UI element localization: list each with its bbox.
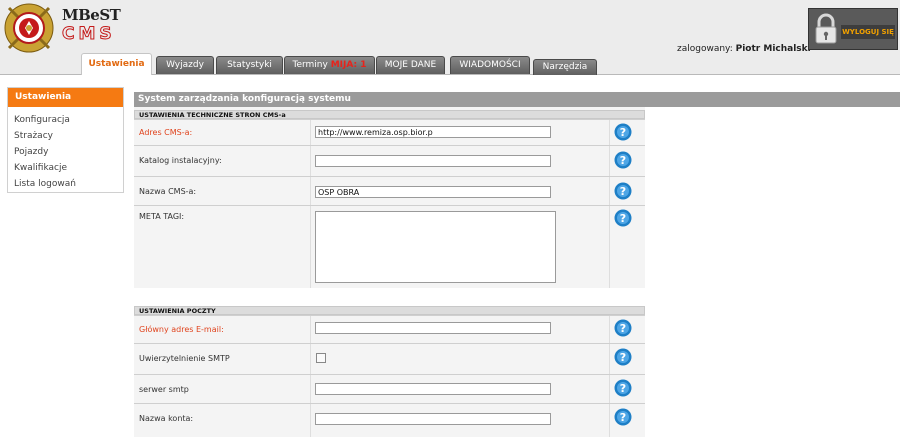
sidebar: Ustawienia Konfiguracja Strażacy Pojazdy…: [7, 87, 124, 193]
sidebar-item-strazacy[interactable]: Strażacy: [8, 128, 123, 144]
label-nazwa-cms: Nazwa CMS-a:: [139, 187, 197, 196]
tab-ustawienia[interactable]: Ustawienia: [81, 53, 152, 75]
tab-narzedzia[interactable]: Narzędzia: [533, 59, 597, 75]
smtp-auth-checkbox[interactable]: [316, 353, 326, 363]
section-spacer: [134, 288, 645, 306]
svg-text:?: ?: [620, 322, 626, 335]
sidebar-item-pojazdy[interactable]: Pojazdy: [8, 144, 123, 160]
brand-logo: MBeST CMS: [58, 6, 130, 50]
label-account: Nazwa konta:: [139, 414, 194, 423]
help-question-icon[interactable]: ?: [614, 151, 632, 169]
brand-line1: MBeST: [62, 6, 121, 24]
help-question-icon[interactable]: ?: [614, 319, 632, 337]
svg-text:?: ?: [620, 411, 626, 424]
header: MBeST CMS zalogowany: Piotr Michalski WY…: [0, 0, 900, 75]
account-input[interactable]: [315, 413, 551, 425]
logout-button[interactable]: WYLOGUJ SIĘ: [808, 8, 898, 50]
row-email: Główny adres E-mail: ?: [134, 315, 645, 343]
section-mail-settings: USTAWIENIA POCZTY: [134, 306, 645, 315]
tab-terminy-warning: MIJA: 1: [330, 60, 367, 70]
label-smtp-auth: Uwierzytelnienie SMTP: [139, 354, 230, 363]
help-question-icon[interactable]: ?: [614, 209, 632, 227]
config-panel: System zarządzania konfiguracją systemu …: [134, 92, 900, 437]
row-account: Nazwa konta: ?: [134, 403, 645, 437]
sidebar-item-lista-logowan[interactable]: Lista logowań: [8, 176, 123, 192]
padlock-icon: [813, 13, 839, 48]
tab-terminy-label: Terminy: [292, 60, 328, 70]
tab-wiadomosci[interactable]: WIADOMOŚCI: [450, 56, 530, 74]
row-nazwa-cms: Nazwa CMS-a: OSP OBRA ?: [134, 176, 645, 205]
row-smtp-auth: Uwierzytelnienie SMTP ?: [134, 343, 645, 374]
logged-user-name: Piotr Michalski: [735, 44, 811, 54]
row-katalog: Katalog instalacyjny: ?: [134, 145, 645, 176]
adres-cms-input[interactable]: http://www.remiza.osp.bior.p: [315, 126, 551, 138]
label-katalog: Katalog instalacyjny:: [139, 156, 222, 165]
help-question-icon[interactable]: ?: [614, 348, 632, 366]
help-question-icon[interactable]: ?: [614, 123, 632, 141]
row-smtp-server: serwer smtp ?: [134, 374, 645, 403]
svg-text:?: ?: [620, 154, 626, 167]
label-meta: META TAGI:: [139, 212, 185, 221]
tab-moje-dane[interactable]: MOJE DANE: [376, 56, 445, 74]
smtp-server-input[interactable]: [315, 383, 551, 395]
tab-statystyki[interactable]: Statystyki: [216, 56, 283, 74]
nazwa-cms-input[interactable]: OSP OBRA: [315, 186, 551, 198]
sidebar-item-konfiguracja[interactable]: Konfiguracja: [8, 112, 123, 128]
katalog-input[interactable]: [315, 155, 551, 167]
svg-text:?: ?: [620, 382, 626, 395]
tab-terminy[interactable]: Terminy MIJA: 1: [284, 56, 375, 74]
fire-brigade-emblem-icon: [3, 2, 55, 57]
help-question-icon[interactable]: ?: [614, 182, 632, 200]
svg-text:?: ?: [620, 126, 626, 139]
section-technical-settings: USTAWIENIA TECHNICZNE STRON CMS-a: [134, 110, 645, 119]
sidebar-item-kwalifikacje[interactable]: Kwalifikacje: [8, 160, 123, 176]
tab-wyjazdy[interactable]: Wyjazdy: [156, 56, 214, 74]
panel-title: System zarządzania konfiguracją systemu: [134, 92, 900, 107]
help-question-icon[interactable]: ?: [614, 408, 632, 426]
label-adres-cms: Adres CMS-a:: [139, 128, 193, 137]
svg-text:?: ?: [620, 185, 626, 198]
svg-text:?: ?: [620, 212, 626, 225]
sidebar-header: Ustawienia: [8, 88, 123, 107]
logged-user-prefix: zalogowany:: [677, 44, 733, 54]
logout-label: WYLOGUJ SIĘ: [841, 25, 895, 39]
help-question-icon[interactable]: ?: [614, 379, 632, 397]
row-adres-cms: Adres CMS-a: http://www.remiza.osp.bior.…: [134, 119, 645, 145]
label-email: Główny adres E-mail:: [139, 325, 224, 334]
meta-textarea[interactable]: [315, 211, 556, 283]
row-meta: META TAGI: ?: [134, 205, 645, 288]
svg-text:?: ?: [620, 351, 626, 364]
logged-user: zalogowany: Piotr Michalski: [677, 44, 811, 54]
label-smtp-server: serwer smtp: [139, 385, 189, 394]
brand-line2: CMS: [62, 24, 116, 45]
email-input[interactable]: [315, 322, 551, 334]
